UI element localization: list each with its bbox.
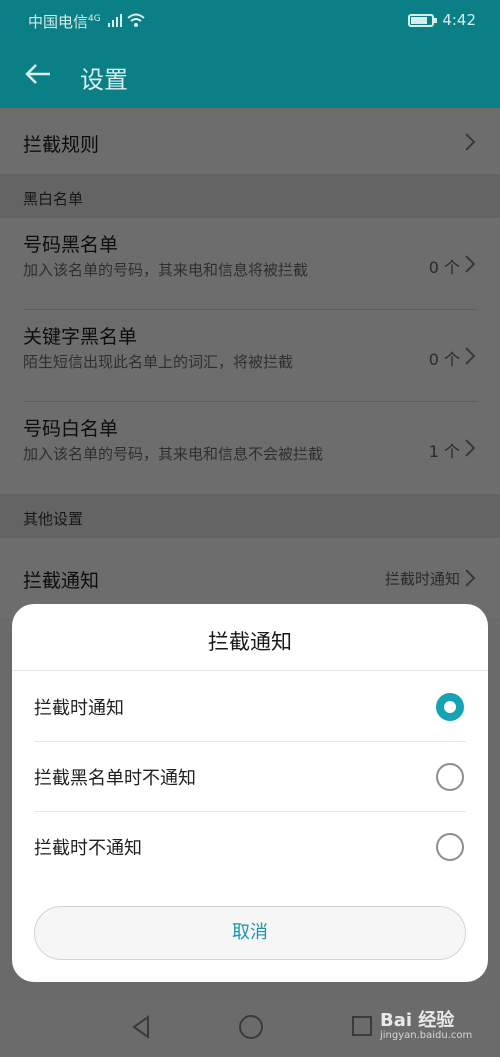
blacklist-count: 0 个	[428, 258, 460, 277]
app-header: 设置	[0, 42, 500, 108]
network-type: 4G	[88, 14, 101, 24]
option-never-notify[interactable]: 拦截时不通知	[12, 812, 488, 882]
signal-wifi-icon	[108, 13, 145, 27]
radio-unselected-icon[interactable]	[436, 833, 464, 861]
blacklist-row[interactable]: 号码黑名单 加入该名单的号码，其来电和信息将被拦截 0 个	[0, 218, 500, 310]
dialog-title: 拦截通知	[208, 630, 292, 654]
option-label: 拦截时通知	[34, 698, 124, 719]
chevron-right-icon	[465, 439, 476, 457]
notify-dialog: 拦截通知 拦截时通知 拦截黑名单时不通知 拦截时不通知 取消	[12, 604, 488, 982]
watermark-brand: Bai 经验	[380, 1010, 455, 1031]
whitelist-count: 1 个	[428, 442, 460, 461]
rules-row[interactable]: 拦截规则	[0, 108, 500, 174]
notify-value: 拦截时通知	[384, 570, 460, 588]
nav-recent-icon[interactable]	[352, 1016, 372, 1036]
status-bar: 中国电信4G 4:42	[0, 0, 500, 42]
chevron-right-icon	[465, 133, 476, 151]
back-arrow-icon[interactable]	[22, 58, 54, 90]
whitelist-row[interactable]: 号码白名单 加入该名单的号码，其来电和信息不会被拦截 1 个	[0, 402, 500, 494]
system-nav-bar: Bai 经验 jingyan.baidu.com	[0, 998, 500, 1057]
blacklist-desc: 加入该名单的号码，其来电和信息将被拦截	[23, 261, 309, 279]
nav-home-icon[interactable]	[239, 1015, 263, 1039]
section-title: 黑白名单	[23, 190, 84, 208]
rules-label: 拦截规则	[23, 134, 100, 156]
chevron-right-icon	[465, 347, 476, 365]
radio-selected-icon[interactable]	[436, 693, 464, 721]
page-title: 设置	[80, 66, 128, 94]
chevron-right-icon	[465, 569, 476, 587]
keyword-blacklist-row[interactable]: 关键字黑名单 陌生短信出现此名单上的词汇，将被拦截 0 个	[0, 310, 500, 402]
section-title: 其他设置	[23, 510, 84, 528]
option-label: 拦截时不通知	[34, 838, 142, 859]
section-header-lists: 黑白名单	[0, 174, 500, 218]
keyword-desc: 陌生短信出现此名单上的词汇，将被拦截	[23, 353, 294, 371]
option-notify-on-block[interactable]: 拦截时通知	[12, 672, 488, 742]
blacklist-label: 号码黑名单	[23, 234, 119, 256]
radio-unselected-icon[interactable]	[436, 763, 464, 791]
option-no-notify-blacklist[interactable]: 拦截黑名单时不通知	[12, 742, 488, 812]
notify-label: 拦截通知	[23, 570, 100, 592]
chevron-right-icon	[465, 255, 476, 273]
keyword-count: 0 个	[428, 350, 460, 369]
nav-back-icon[interactable]	[130, 1015, 152, 1039]
section-header-other: 其他设置	[0, 494, 500, 538]
cancel-button[interactable]: 取消	[34, 906, 466, 960]
carrier-label: 中国电信4G	[28, 13, 101, 31]
keyword-label: 关键字黑名单	[23, 326, 138, 348]
clock: 4:42	[442, 11, 476, 29]
whitelist-desc: 加入该名单的号码，其来电和信息不会被拦截	[23, 445, 324, 463]
watermark-url: jingyan.baidu.com	[380, 1030, 473, 1041]
battery-icon	[408, 13, 438, 27]
whitelist-label: 号码白名单	[23, 418, 119, 440]
watermark-logo: Bai 经验 jingyan.baidu.com	[380, 1006, 472, 1041]
divider	[12, 670, 488, 671]
option-label: 拦截黑名单时不通知	[34, 768, 196, 789]
